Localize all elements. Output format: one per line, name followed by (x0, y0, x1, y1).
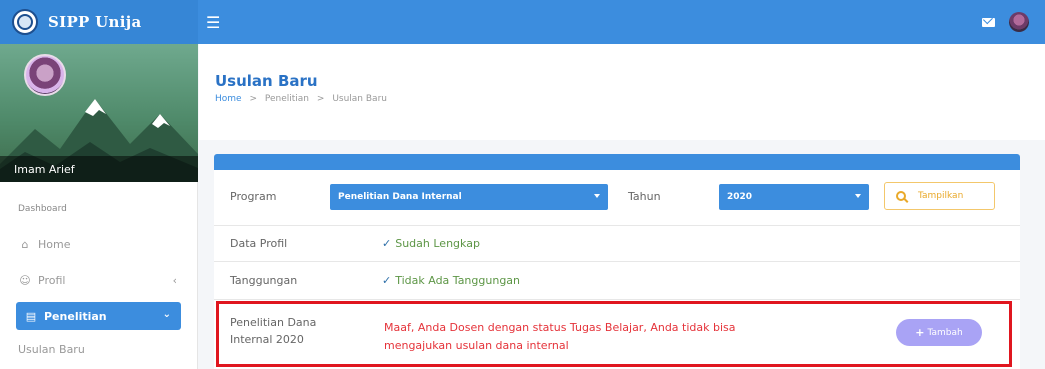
sidebar-item-label: Penelitian (44, 309, 107, 323)
filter-row: Program Penelitian Dana Internal Tahun 2… (214, 170, 1020, 226)
caret-down-icon (594, 194, 600, 198)
sidebar-subitem-usulan-baru[interactable]: Usulan Baru (0, 330, 197, 356)
tahun-select[interactable]: 2020 (719, 184, 869, 210)
tampilkan-button[interactable]: Tampilkan (884, 182, 995, 210)
university-logo-icon (12, 9, 38, 35)
profile-name: Imam Arief (0, 156, 198, 182)
data-profil-value: ✓ Sudah Lengkap (382, 237, 480, 250)
program-select-value: Penelitian Dana Internal (338, 192, 462, 202)
user-avatar[interactable] (1009, 12, 1029, 32)
chevron-down-icon: ⌄ (162, 309, 171, 320)
tanggungan-row: Tanggungan ✓ Tidak Ada Tanggungan (214, 262, 1020, 300)
hamburger-menu-icon[interactable]: ☰ (206, 13, 226, 32)
sidebar-item-profil[interactable]: ☺ Profil ‹ (0, 262, 197, 298)
topbar-actions (982, 12, 1045, 32)
tampilkan-button-label: Tampilkan (918, 191, 964, 201)
search-icon (896, 191, 906, 201)
menu-section-header: Dashboard (18, 204, 67, 214)
warning-message: Maaf, Anda Dosen dengan status Tugas Bel… (384, 321, 736, 352)
check-icon: ✓ (382, 274, 392, 287)
data-profil-label: Data Profil (230, 237, 288, 250)
data-profil-row: Data Profil ✓ Sudah Lengkap (214, 226, 1020, 262)
sidebar-item-label: Home (38, 237, 71, 251)
breadcrumb-current: Usulan Baru (332, 94, 387, 104)
tanggungan-value: ✓ Tidak Ada Tanggungan (382, 274, 521, 287)
profile-banner: Imam Arief (0, 44, 198, 182)
user-circle-icon: ☺ (19, 273, 31, 287)
profile-avatar[interactable] (24, 54, 66, 96)
brand[interactable]: SIPP Unija (0, 0, 198, 44)
breadcrumb-home[interactable]: Home (215, 94, 242, 104)
caret-down-icon (855, 194, 861, 198)
top-navbar: SIPP Unija ☰ (0, 0, 1045, 44)
breadcrumb-separator: > (249, 94, 257, 104)
tahun-label: Tahun (628, 190, 661, 203)
chevron-left-icon: ‹ (172, 274, 177, 287)
check-icon: ✓ (382, 237, 392, 250)
sidebar-item-penelitian[interactable]: ▤ Penelitian ⌄ (16, 302, 181, 330)
sidebar-item-label: Profil (38, 273, 66, 287)
app-title: SIPP Unija (48, 13, 142, 31)
main-content: Usulan Baru Home > Penelitian > Usulan B… (199, 44, 1045, 369)
page-header: Usulan Baru Home > Penelitian > Usulan B… (199, 44, 1045, 140)
program-label: Program (230, 190, 277, 203)
document-icon: ▤ (25, 309, 37, 323)
page-title: Usulan Baru (215, 72, 318, 90)
tambah-button-label: Tambah (927, 327, 963, 338)
breadcrumb: Home > Penelitian > Usulan Baru (215, 94, 1045, 104)
sidebar: Imam Arief Dashboard ⌂ Home ☺ Profil ‹ ▤… (0, 44, 198, 369)
mail-icon[interactable] (982, 17, 995, 27)
breadcrumb-separator: > (316, 94, 325, 104)
tahun-select-value: 2020 (727, 192, 753, 202)
plus-icon: + (915, 326, 925, 339)
home-icon: ⌂ (21, 237, 29, 251)
tanggungan-label: Tanggungan (230, 274, 298, 287)
sidebar-item-home[interactable]: ⌂ Home (0, 226, 197, 262)
tambah-button[interactable]: + Tambah (896, 319, 982, 346)
breadcrumb-penelitian[interactable]: Penelitian (265, 94, 309, 104)
program-select[interactable]: Penelitian Dana Internal (330, 184, 608, 210)
